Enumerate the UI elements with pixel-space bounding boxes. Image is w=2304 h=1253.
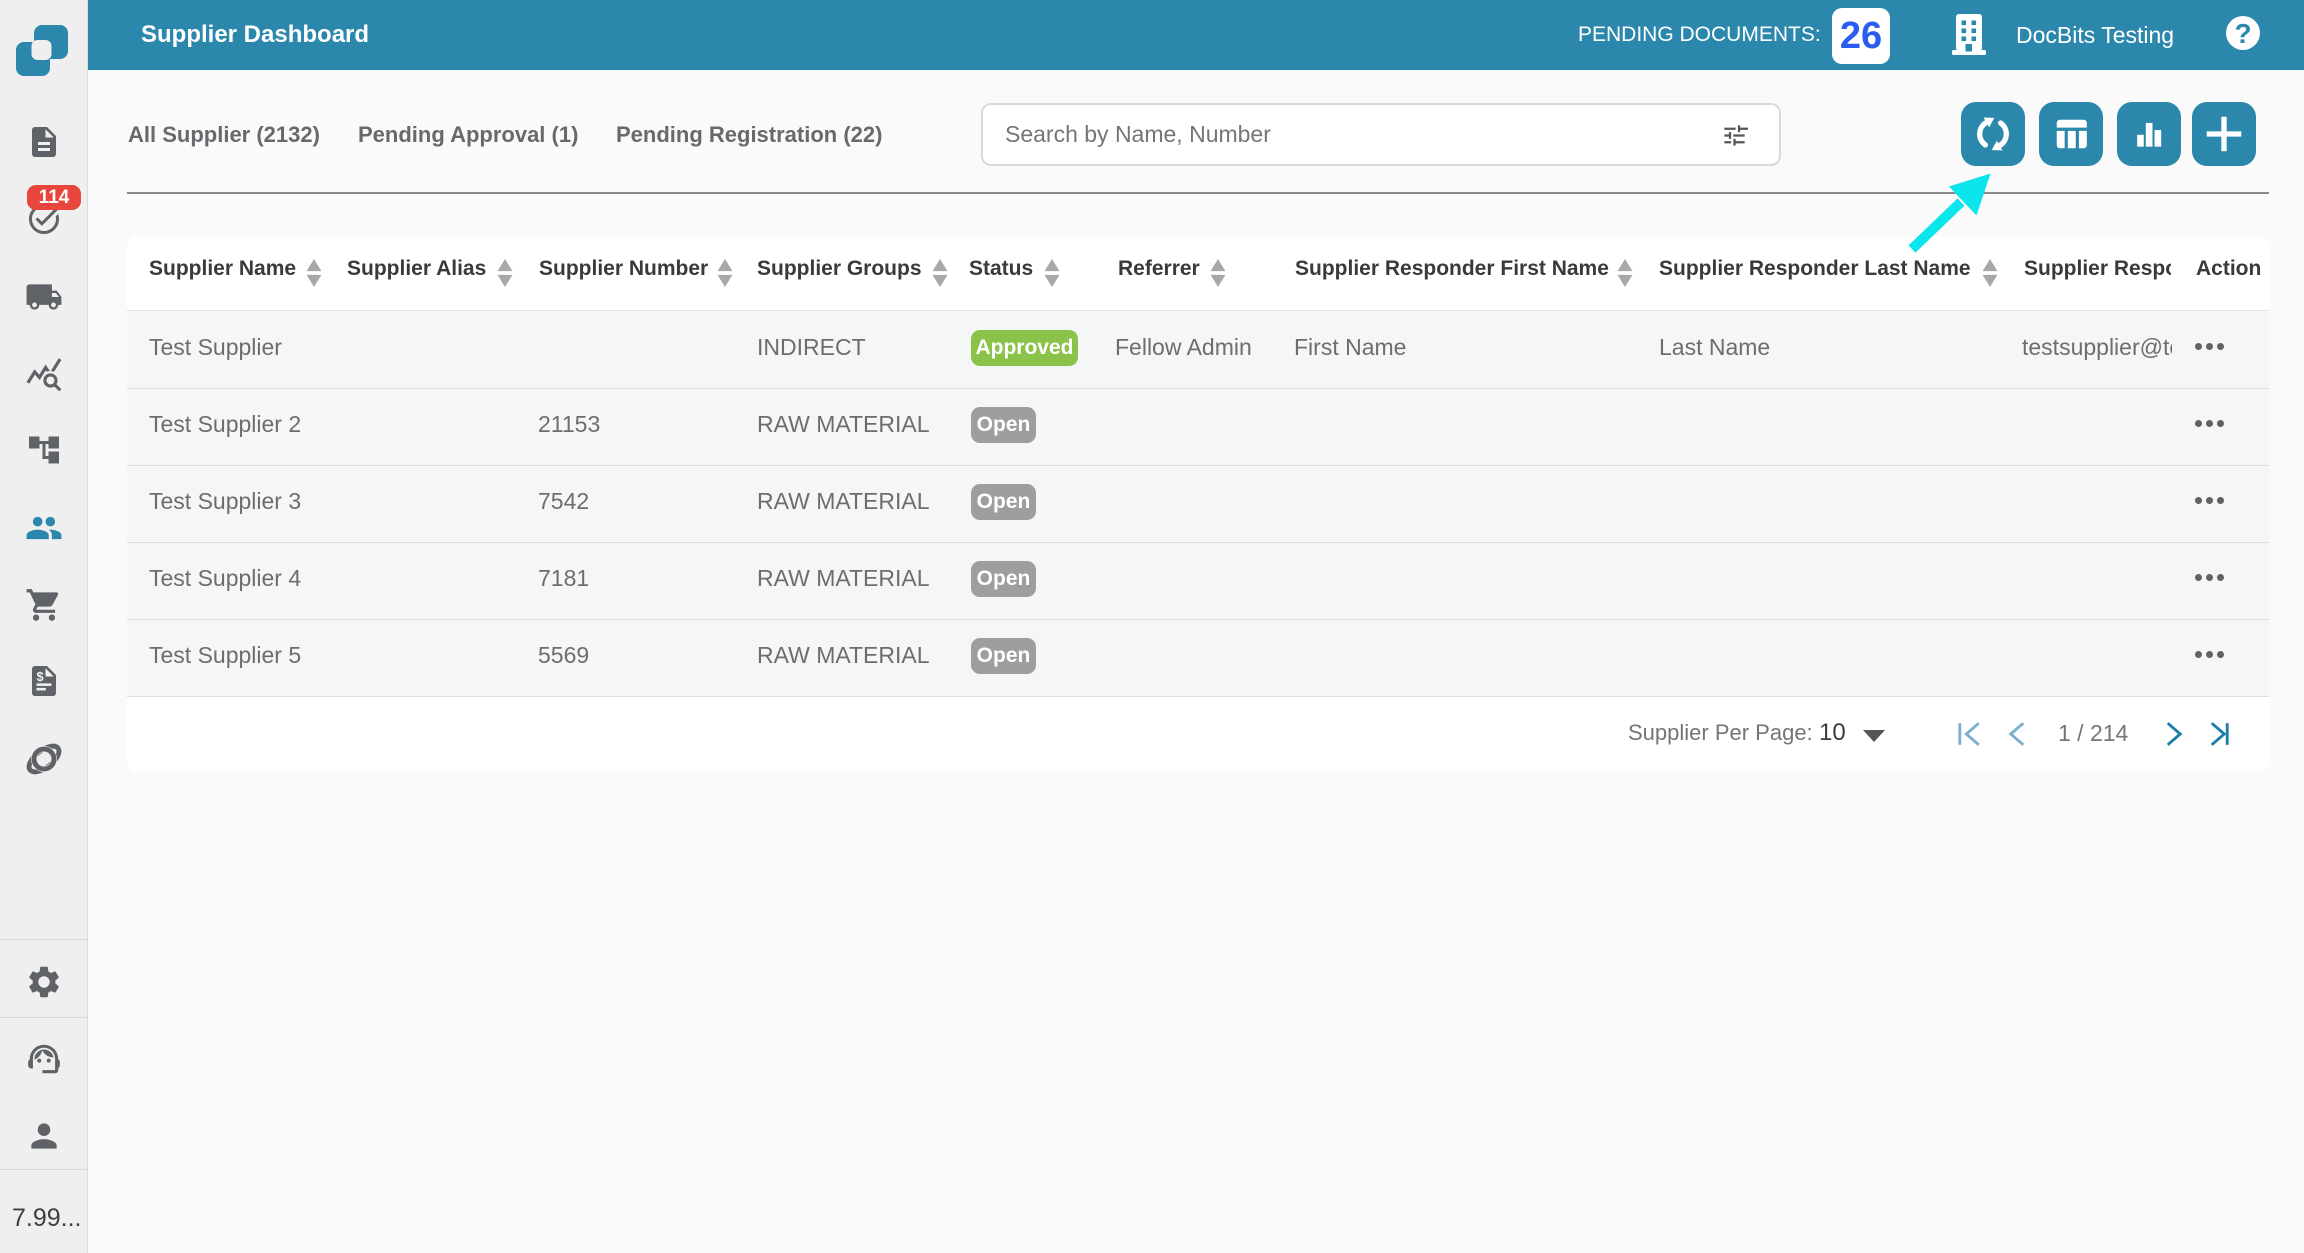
svg-text:$: $ xyxy=(37,669,44,684)
